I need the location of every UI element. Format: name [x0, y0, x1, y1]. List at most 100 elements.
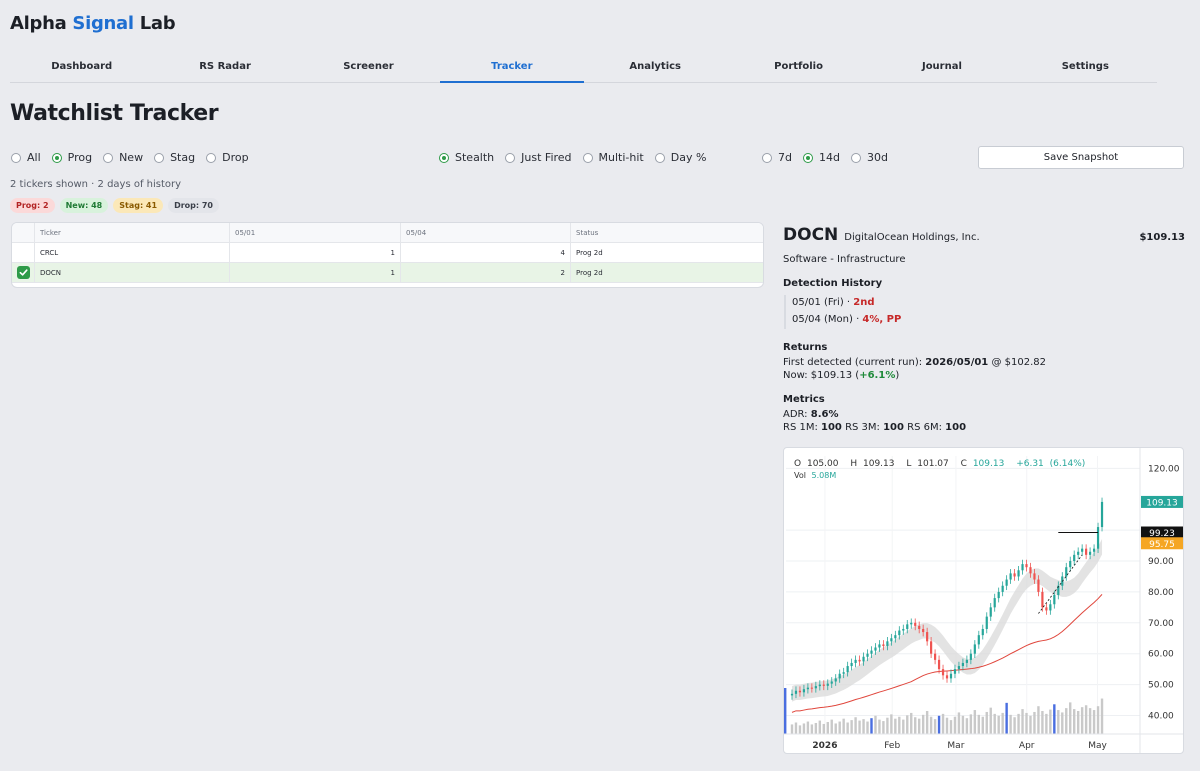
radio-label: New	[119, 151, 144, 164]
volume-bar	[878, 719, 881, 734]
volume-bar	[822, 723, 825, 734]
candle-body	[1037, 579, 1040, 592]
filter-drop-radio[interactable]: Drop	[206, 151, 249, 164]
signal-multi-hit-radio[interactable]: Multi-hit	[582, 151, 644, 164]
volume-bar	[902, 719, 905, 734]
volume-bar	[1029, 715, 1032, 734]
volume-bar	[1096, 706, 1100, 734]
rs-1m-label: RS 1M:	[783, 422, 822, 433]
window-14d-radio[interactable]: 14d	[802, 151, 840, 164]
row-select-cell[interactable]	[12, 263, 35, 282]
volume-bar	[945, 717, 949, 734]
tab-screener[interactable]: Screener	[297, 52, 440, 82]
volume-bar	[1100, 698, 1104, 734]
window-7d-radio[interactable]: 7d	[762, 151, 792, 164]
window-30d-radio[interactable]: 30d	[850, 151, 888, 164]
rs-3m-value: 100	[883, 422, 904, 433]
volume-bar	[906, 715, 909, 734]
filter-stag-radio[interactable]: Stag	[154, 151, 195, 164]
volume-bar	[850, 720, 853, 734]
candle-body	[1065, 567, 1068, 577]
volume-bar	[870, 718, 873, 734]
column-header-ticker[interactable]: Ticker	[35, 223, 230, 242]
volume-bar	[1076, 711, 1080, 734]
candle-body	[961, 662, 965, 667]
tab-journal[interactable]: Journal	[870, 52, 1013, 82]
tab-rs-radar[interactable]: RS Radar	[153, 52, 296, 82]
close-label: C	[961, 459, 967, 469]
tab-settings[interactable]: Settings	[1014, 52, 1157, 82]
radio-label: Stealth	[455, 151, 495, 164]
radio-dot	[802, 152, 813, 163]
candle-body	[834, 678, 837, 682]
save-snapshot-button[interactable]: Save Snapshot	[978, 146, 1184, 169]
column-header-status[interactable]: Status	[571, 223, 763, 242]
candle-body	[1041, 591, 1044, 608]
price-chart[interactable]: 120.00100.0090.0080.0070.0060.0050.0040.…	[783, 447, 1184, 754]
candle-body	[838, 673, 841, 679]
candle-body	[826, 683, 829, 686]
volume-bar	[1080, 707, 1084, 734]
rank-cell: 1	[230, 243, 401, 262]
candle-body	[965, 659, 968, 663]
signal-day-pct-radio[interactable]: Day %	[654, 151, 706, 164]
table-row[interactable]: CRCL 1 4 Prog 2d	[12, 243, 763, 263]
filter-new-radio[interactable]: New	[103, 151, 143, 164]
volume-bar	[802, 723, 806, 734]
select-column-header	[12, 223, 35, 242]
candle-body	[941, 669, 945, 676]
volume-bar	[1045, 713, 1048, 734]
tab-analytics[interactable]: Analytics	[584, 52, 727, 82]
candle-body	[790, 693, 794, 696]
volume-bar	[882, 721, 885, 734]
signal-stealth-radio[interactable]: Stealth	[439, 151, 494, 164]
candle-body	[878, 644, 881, 648]
checkbox-checked-icon[interactable]	[16, 266, 30, 279]
candle-body	[890, 638, 893, 642]
tab-dashboard[interactable]: Dashboard	[10, 52, 153, 82]
candle-body	[1045, 607, 1048, 611]
status-cell: Prog 2d	[576, 248, 603, 257]
volume-bar	[866, 721, 869, 734]
tab-portfolio[interactable]: Portfolio	[727, 52, 870, 82]
signal-just-fired-radio[interactable]: Just Fired	[505, 151, 572, 164]
volume-value: 5.08M	[812, 471, 837, 480]
open-label: O	[794, 459, 801, 469]
detail-ticker: DOCN	[783, 225, 839, 245]
price-chart-svg[interactable]: 120.00100.0090.0080.0070.0060.0050.0040.…	[784, 448, 1184, 754]
radio-label: Just Fired	[521, 151, 572, 164]
candle-body	[1092, 548, 1096, 552]
candle-body	[1100, 501, 1104, 528]
volume-bar	[969, 714, 973, 734]
radio-label: 7d	[778, 151, 792, 164]
filter-prog-radio[interactable]: Prog	[51, 151, 92, 164]
radio-dot	[11, 152, 21, 163]
candle-body	[902, 628, 905, 631]
volume-bar	[1088, 708, 1092, 734]
svg-text:Vol 5.08M: Vol 5.08M	[794, 471, 836, 480]
radio-dot	[51, 152, 62, 163]
volume-bar	[1017, 713, 1020, 734]
row-select-cell[interactable]	[12, 243, 35, 262]
first-detected-date: 2026/05/01	[925, 357, 989, 368]
tab-tracker[interactable]: Tracker	[440, 52, 584, 83]
moving-average-band	[791, 539, 1103, 713]
candle-body	[846, 666, 849, 673]
x-tick-label: Apr	[1019, 741, 1035, 751]
candle-body	[933, 653, 937, 660]
volume-bar	[814, 722, 818, 734]
x-tick-label: Feb	[884, 741, 900, 751]
new-count-badge: New: 48	[59, 198, 109, 213]
candle-body	[1013, 573, 1016, 577]
volume-bar	[784, 688, 787, 734]
column-header-date-2[interactable]: 05/04	[401, 223, 571, 242]
status-cell: Prog 2d	[576, 268, 603, 277]
open-value: 105.00	[807, 459, 839, 469]
ticker-cell: CRCL	[35, 243, 230, 262]
tracker-summary: 2 tickers shown · 2 days of history	[10, 179, 182, 190]
app-logo[interactable]: Alpha Signal Lab	[10, 13, 176, 34]
candle-body	[1033, 573, 1036, 580]
filter-all-radio[interactable]: All	[11, 151, 41, 164]
table-row[interactable]: DOCN 1 2 Prog 2d	[12, 263, 763, 283]
column-header-date-1[interactable]: 05/01	[230, 223, 401, 242]
